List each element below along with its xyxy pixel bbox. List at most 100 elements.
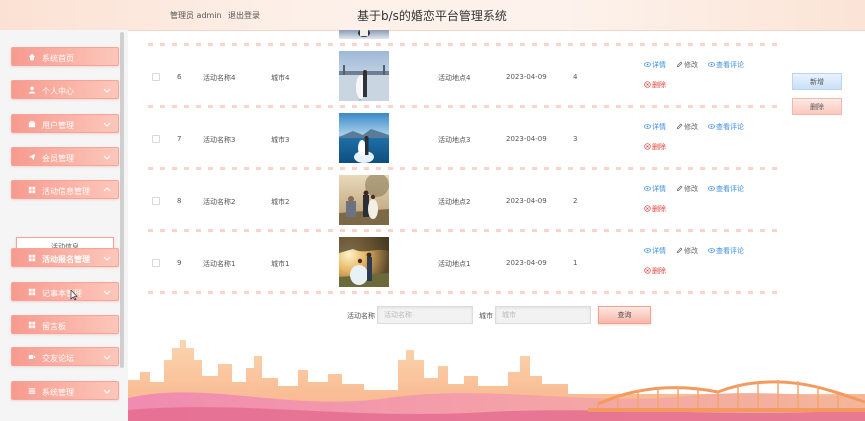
admin-label: 管理员 admin bbox=[170, 11, 222, 20]
edit-icon bbox=[676, 61, 683, 68]
row-divider bbox=[148, 43, 782, 46]
delete-button[interactable]: 删除 bbox=[644, 80, 666, 90]
close-circle-icon bbox=[644, 143, 651, 150]
detail-label: 详情 bbox=[652, 61, 666, 69]
row-photo bbox=[339, 51, 389, 101]
view-comments-label: 查看评论 bbox=[716, 247, 744, 255]
row-count: 3 bbox=[573, 135, 578, 143]
header-bar: 管理员 admin 退出登录 基于b/s的婚恋平台管理系统 bbox=[0, 0, 865, 31]
eye-icon bbox=[708, 62, 715, 67]
row-checkbox[interactable] bbox=[152, 197, 160, 205]
sidebar-item-label: 会员管理 bbox=[42, 154, 74, 163]
table-row[interactable]: 6 活动名称4 城市4 活动地点4 2023-04-09 4 详情 修改 查看评… bbox=[128, 49, 828, 105]
row-divider bbox=[148, 291, 782, 294]
row-checkbox[interactable] bbox=[152, 135, 160, 143]
row-location: 活动地点4 bbox=[438, 74, 471, 82]
chevron-down-icon bbox=[103, 290, 111, 295]
eye-icon bbox=[644, 62, 651, 67]
row-location: 活动地点1 bbox=[438, 260, 471, 268]
detail-label: 详情 bbox=[652, 247, 666, 255]
sidebar-item-label: 个人中心 bbox=[42, 87, 74, 96]
sidebar-item-home[interactable]: 系统首页 bbox=[11, 47, 119, 66]
chevron-down-icon bbox=[103, 389, 111, 394]
sidebar-item-activity-signup[interactable]: 活动报名管理 bbox=[11, 248, 119, 267]
page-title: 基于b/s的婚恋平台管理系统 bbox=[357, 9, 507, 23]
edit-icon bbox=[676, 247, 683, 254]
sidebar-item-system[interactable]: 系统管理 bbox=[11, 381, 119, 400]
row-city: 城市2 bbox=[271, 198, 290, 206]
detail-label: 详情 bbox=[652, 123, 666, 131]
delete-button[interactable]: 删除 bbox=[644, 204, 666, 214]
row-checkbox[interactable] bbox=[152, 73, 160, 81]
delete-button[interactable]: 删除 bbox=[644, 266, 666, 276]
chevron-down-icon bbox=[103, 155, 111, 160]
home-icon bbox=[28, 53, 36, 61]
row-location: 活动地点2 bbox=[438, 198, 471, 206]
row-date: 2023-04-09 bbox=[506, 135, 547, 143]
sidebar-item-label: 用户管理 bbox=[42, 121, 74, 130]
row-count: 4 bbox=[573, 73, 578, 81]
edit-button[interactable]: 修改 bbox=[676, 246, 698, 256]
row-location: 活动地点3 bbox=[438, 136, 471, 144]
row-index: 8 bbox=[177, 197, 182, 205]
row-name: 活动名称1 bbox=[203, 260, 236, 268]
chevron-up-icon bbox=[103, 187, 111, 192]
logout-link[interactable]: 退出登录 bbox=[228, 10, 260, 21]
sidebar-scrollbar[interactable] bbox=[120, 32, 124, 368]
chevron-down-icon bbox=[103, 122, 111, 127]
view-comments-button[interactable]: 查看评论 bbox=[708, 184, 744, 194]
grid-icon bbox=[28, 288, 36, 296]
eye-icon bbox=[708, 124, 715, 129]
delete-label: 删除 bbox=[652, 81, 666, 89]
sidebar-item-members[interactable]: 会员管理 bbox=[11, 147, 119, 166]
delete-button[interactable]: 删除 bbox=[644, 142, 666, 152]
sidebar-item-notebook[interactable]: 记事本管理 bbox=[11, 282, 119, 301]
add-button[interactable]: 新增 bbox=[792, 73, 842, 90]
detail-button[interactable]: 详情 bbox=[644, 122, 666, 132]
row-name: 活动名称2 bbox=[203, 198, 236, 206]
view-comments-button[interactable]: 查看评论 bbox=[708, 60, 744, 70]
edit-icon bbox=[676, 123, 683, 130]
row-divider bbox=[148, 229, 782, 232]
sidebar-item-activity-info[interactable]: 活动信息管理 bbox=[11, 180, 119, 199]
eye-icon bbox=[644, 186, 651, 191]
table-row[interactable]: 9 活动名称1 城市1 活动地点1 2023-04-09 1 详情 修改 查看评… bbox=[128, 235, 828, 291]
table-row[interactable]: 7 活动名称3 城市3 活动地点3 2023-04-09 3 详情 修改 查看评… bbox=[128, 111, 828, 167]
batch-delete-button[interactable]: 删除 bbox=[792, 98, 842, 115]
row-checkbox[interactable] bbox=[152, 259, 160, 267]
sidebar-item-message-board[interactable]: 留言板 bbox=[11, 315, 119, 334]
row-index: 9 bbox=[177, 259, 182, 267]
view-comments-button[interactable]: 查看评论 bbox=[708, 246, 744, 256]
sidebar-item-label: 系统首页 bbox=[42, 54, 74, 63]
row-photo-partial bbox=[339, 30, 389, 39]
view-comments-button[interactable]: 查看评论 bbox=[708, 122, 744, 132]
sidebar-item-forum[interactable]: 交友论坛 bbox=[11, 347, 119, 366]
edit-button[interactable]: 修改 bbox=[676, 122, 698, 132]
view-comments-label: 查看评论 bbox=[716, 123, 744, 131]
row-divider bbox=[148, 105, 782, 108]
sidebar: 系统首页 个人中心 用户管理 会员管理 活动信息管理 活动信息 活动报名管理 记… bbox=[0, 30, 128, 421]
chevron-down-icon bbox=[103, 256, 111, 261]
grid-icon bbox=[28, 186, 36, 194]
row-count: 2 bbox=[573, 197, 578, 205]
edit-icon bbox=[676, 185, 683, 192]
sidebar-item-profile[interactable]: 个人中心 bbox=[11, 80, 119, 99]
eye-icon bbox=[644, 248, 651, 253]
detail-button[interactable]: 详情 bbox=[644, 246, 666, 256]
detail-button[interactable]: 详情 bbox=[644, 184, 666, 194]
row-photo bbox=[339, 237, 389, 287]
table-row[interactable]: 8 活动名称2 城市2 活动地点2 2023-04-09 2 详情 修改 查看评… bbox=[128, 173, 828, 229]
sidebar-item-label: 留言板 bbox=[42, 322, 66, 331]
sidebar-item-users[interactable]: 用户管理 bbox=[11, 114, 119, 133]
eye-icon bbox=[708, 186, 715, 191]
grid-icon bbox=[28, 321, 36, 329]
edit-label: 修改 bbox=[684, 185, 698, 193]
edit-button[interactable]: 修改 bbox=[676, 184, 698, 194]
detail-button[interactable]: 详情 bbox=[644, 60, 666, 70]
grid-icon bbox=[28, 254, 36, 262]
row-photo bbox=[339, 175, 389, 225]
row-name: 活动名称3 bbox=[203, 136, 236, 144]
sidebar-item-label: 活动信息管理 bbox=[42, 187, 90, 196]
row-date: 2023-04-09 bbox=[506, 73, 547, 81]
edit-button[interactable]: 修改 bbox=[676, 60, 698, 70]
